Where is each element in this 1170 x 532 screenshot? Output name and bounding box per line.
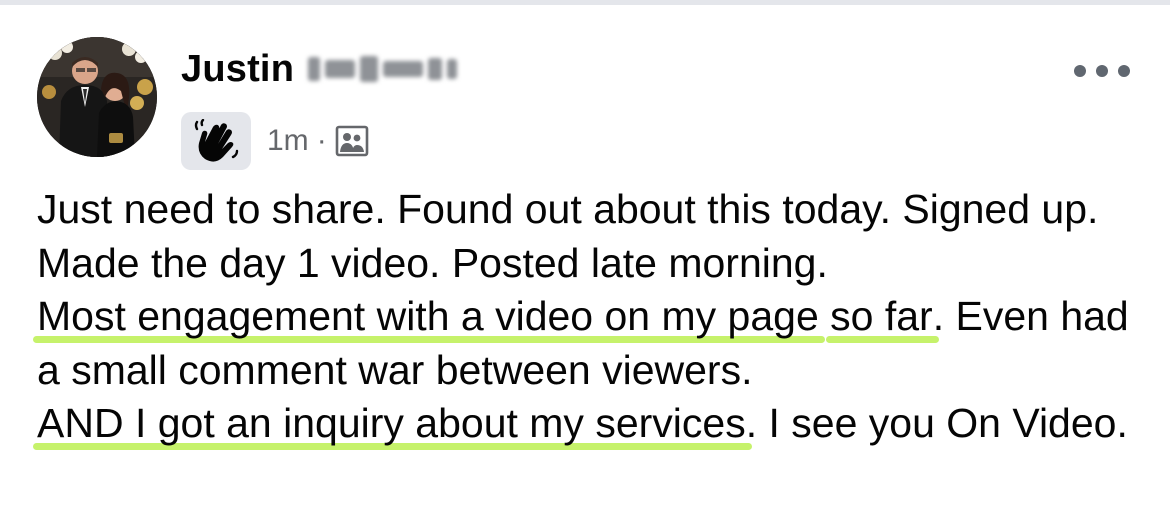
- post-body-text: Just need to share. Found out about this…: [37, 183, 1147, 451]
- author-row: Justin: [181, 44, 468, 94]
- more-dot: [1096, 65, 1108, 77]
- more-dot: [1118, 65, 1130, 77]
- meta-separator: ·: [316, 124, 327, 157]
- avatar[interactable]: [37, 37, 157, 157]
- waving-hand-icon[interactable]: [181, 112, 251, 170]
- post-timestamp[interactable]: 1m: [267, 124, 309, 158]
- more-dot: [1074, 65, 1086, 77]
- highlighted-phrase: so far: [830, 293, 933, 339]
- friends-audience-icon[interactable]: [335, 125, 369, 157]
- avatar-photo: [37, 37, 157, 157]
- post-text-plain: Just need to share. Found out about this…: [37, 186, 1099, 286]
- author-name[interactable]: Justin: [181, 48, 294, 91]
- highlighted-phrase: Most engagement with a video on my page: [37, 293, 819, 339]
- post-meta-row: 1m ·: [181, 112, 369, 170]
- post-text-plain: . I see you On Video.: [745, 400, 1128, 446]
- post-text-plain: [819, 293, 830, 339]
- highlighted-phrase: AND I got an inquiry about my services: [37, 400, 746, 446]
- author-surname-blurred: [308, 52, 468, 86]
- more-options-icon[interactable]: [1074, 56, 1130, 86]
